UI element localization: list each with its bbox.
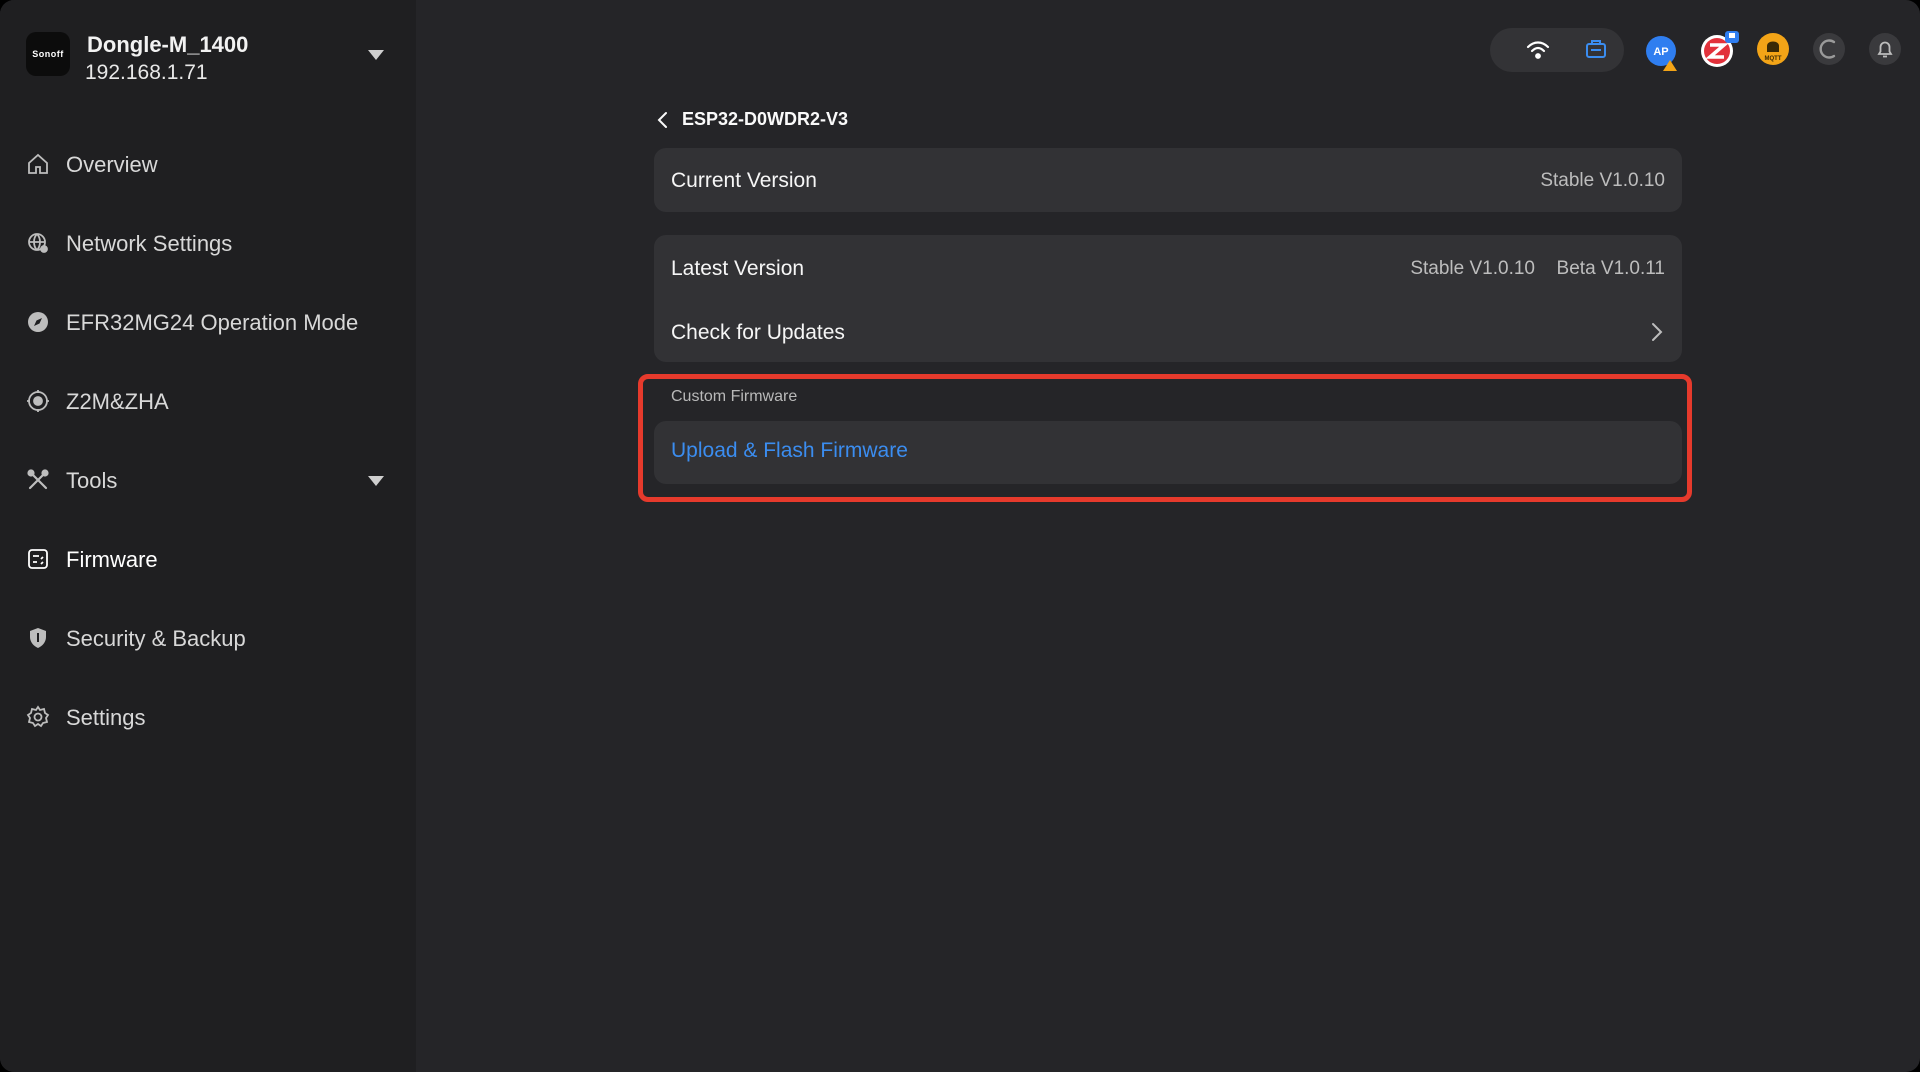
latest-version-card: Latest Version Stable V1.0.10 Beta V1.0.…	[654, 235, 1682, 362]
svg-text:MQTT: MQTT	[1765, 56, 1782, 62]
svg-text:AP: AP	[1653, 46, 1668, 58]
sidebar-item-label: Overview	[66, 152, 158, 177]
refresh-icon[interactable]	[1812, 32, 1846, 66]
sidebar-item-label: Network Settings	[66, 231, 233, 256]
upload-flash-firmware-link[interactable]: Upload & Flash Firmware	[671, 439, 908, 463]
check-updates-label: Check for Updates	[671, 321, 845, 344]
current-version-label: Current Version	[671, 169, 817, 192]
sonoff-logo: Sonoff	[26, 32, 70, 76]
connection-status-pill	[1490, 28, 1624, 72]
home-icon	[28, 153, 48, 174]
bell-icon[interactable]	[1868, 32, 1902, 66]
sidebar-item-label: Z2M&ZHA	[66, 389, 169, 414]
sidebar-item-label: Tools	[66, 468, 118, 493]
device-ip: 192.168.1.71	[85, 61, 208, 84]
sidebar-item-settings[interactable]: Settings	[0, 691, 416, 743]
sidebar: Sonoff Dongle-M_1400 192.168.1.71 Overvi…	[0, 0, 416, 1072]
network-globe-icon	[28, 233, 48, 253]
mqtt-icon[interactable]: MQTT	[1756, 32, 1790, 66]
sidebar-item-network-settings[interactable]: Network Settings	[0, 217, 416, 269]
sidebar-item-label: Security & Backup	[66, 626, 246, 651]
latest-beta-version: Beta V1.0.11	[1556, 258, 1665, 279]
latest-version-label: Latest Version	[671, 257, 805, 280]
shield-icon	[30, 628, 46, 648]
latest-stable-version: Stable V1.0.10	[1410, 258, 1535, 279]
sidebar-item-label: Firmware	[66, 547, 158, 572]
ethernet-icon[interactable]	[1580, 34, 1612, 66]
sidebar-item-label: Settings	[66, 705, 146, 730]
sidebar-item-security-backup[interactable]: Security & Backup	[0, 612, 416, 664]
wifi-icon[interactable]	[1522, 34, 1554, 66]
upload-flash-card[interactable]: Upload & Flash Firmware	[654, 421, 1682, 484]
device-selector[interactable]: Sonoff Dongle-M_1400 192.168.1.71	[26, 32, 394, 88]
current-version-value: Stable V1.0.10	[1540, 170, 1665, 191]
app-window: Sonoff Dongle-M_1400 192.168.1.71 Overvi…	[0, 0, 1920, 1072]
tools-icon	[27, 469, 49, 490]
sidebar-item-overview[interactable]: Overview	[0, 138, 416, 190]
firmware-chip-icon	[28, 549, 48, 569]
gear-icon	[26, 705, 50, 728]
sidebar-item-z2m-zha[interactable]: Z2M&ZHA	[0, 375, 416, 427]
ap-warning-icon[interactable]: AP	[1644, 34, 1678, 71]
zigbee-target-icon	[27, 390, 49, 412]
chevron-down-icon[interactable]	[368, 476, 384, 486]
device-name: Dongle-M_1400	[87, 32, 249, 57]
sidebar-item-firmware[interactable]: Firmware	[0, 533, 416, 585]
page-title: ESP32-D0WDR2-V3	[682, 109, 849, 129]
chevron-left-icon[interactable]	[656, 110, 670, 130]
chevron-down-icon[interactable]	[368, 50, 384, 60]
chevron-right-icon	[1652, 323, 1663, 341]
current-version-card: Current Version Stable V1.0.10	[654, 148, 1682, 212]
custom-firmware-section-label: Custom Firmware	[671, 388, 798, 405]
sidebar-item-label: EFR32MG24 Operation Mode	[66, 310, 359, 335]
zigbee2mqtt-icon[interactable]	[1700, 30, 1739, 68]
compass-icon	[28, 312, 48, 332]
sidebar-item-operation-mode[interactable]: EFR32MG24 Operation Mode	[0, 296, 416, 348]
sidebar-item-tools[interactable]: Tools	[0, 454, 416, 506]
check-updates-row[interactable]: Check for Updates	[654, 299, 1682, 362]
